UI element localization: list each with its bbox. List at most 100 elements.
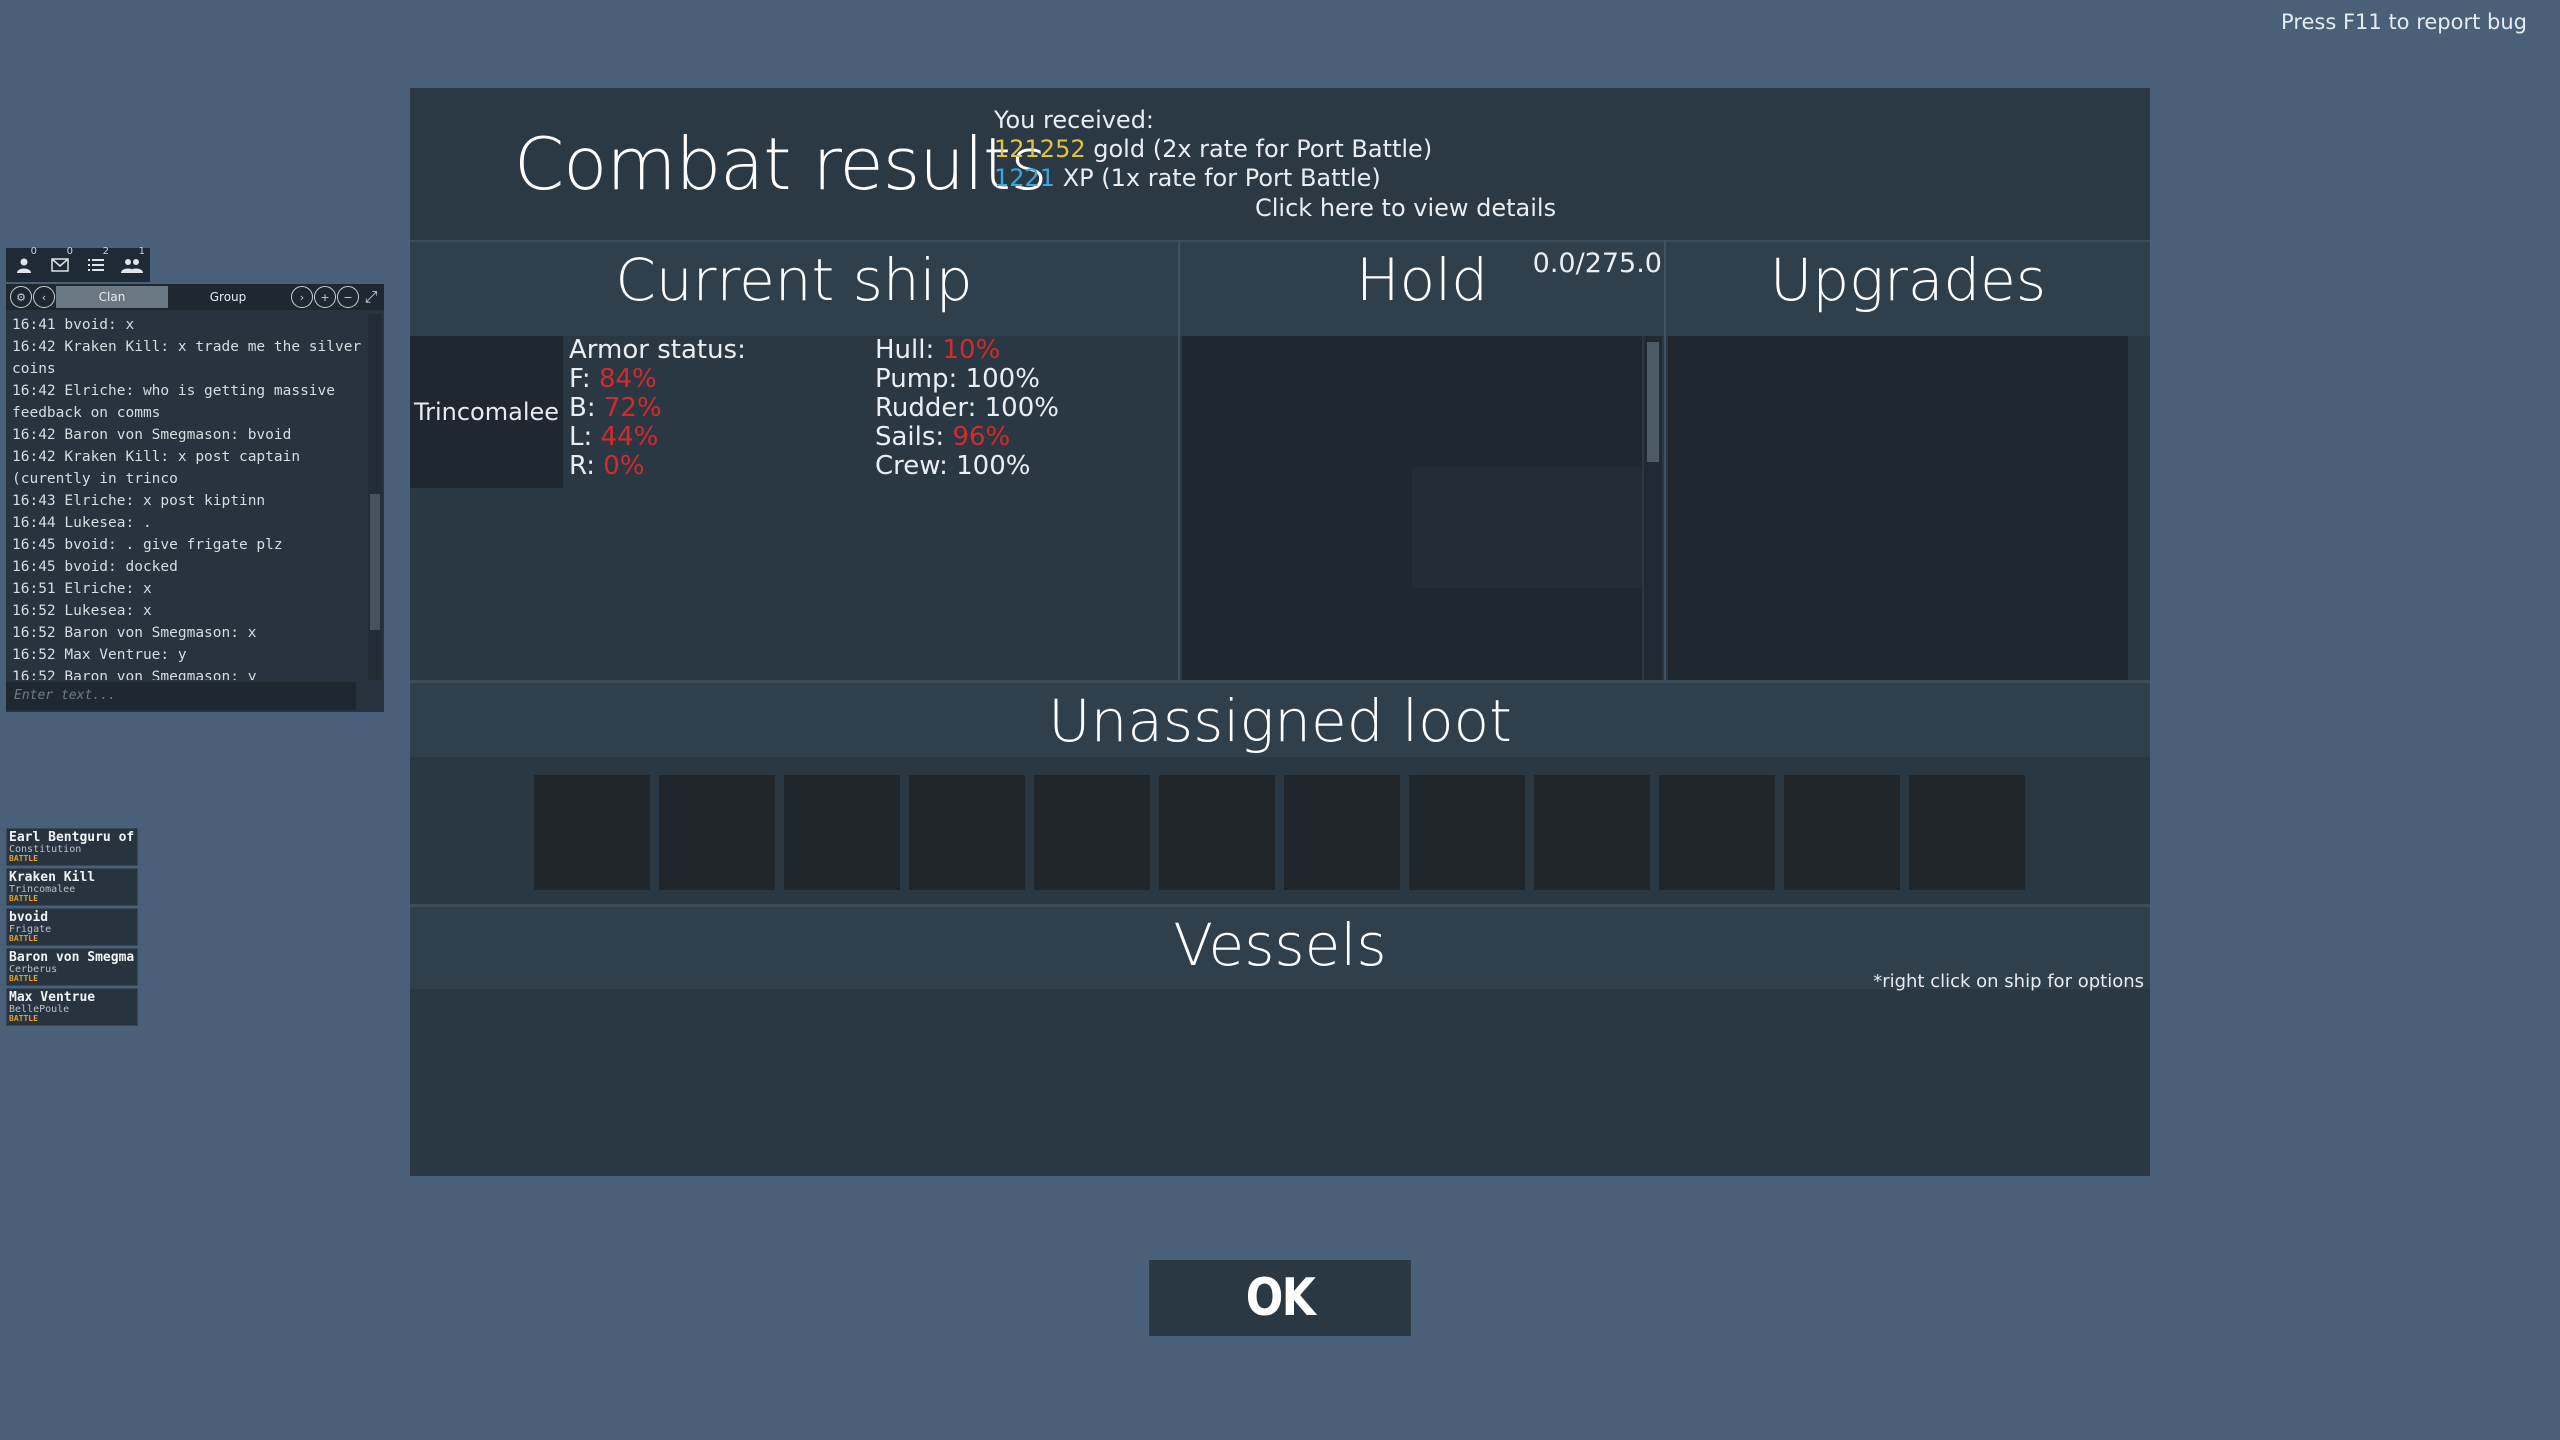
gold-reward: 121252 gold (2x rate for Port Battle) [994,135,1432,164]
xp-text: XP (1x rate for Port Battle) [1062,164,1381,192]
chat-message: 16:51 Elriche: x [12,581,152,597]
chat-message: 16:41 bvoid: x [12,317,135,333]
party-member[interactable]: Baron von Smegma Cerberus BATTLE [6,948,138,986]
armor-left: L: 44% [569,422,659,452]
hold-weight: 0.0/275.0 [1532,248,1662,279]
ship-card[interactable]: Trincomalee [410,336,563,488]
chat-message: 16:45 bvoid: docked [12,559,178,575]
chat-message: 16:52 Max Ventrue: y [12,647,187,663]
combat-results-panel: Combat results You received: 121252 gold… [410,88,2150,1176]
received-label: You received: [994,106,1155,134]
group-icon[interactable]: 1 [114,246,150,282]
vessels-section: Vessels *right click on ship for options [410,904,2150,1176]
stat-sails: Sails: 96% [875,422,1011,452]
loot-slot[interactable] [1534,775,1650,890]
chat-scrollbar-thumb[interactable] [370,494,380,630]
chat-next-icon[interactable]: › [291,286,313,308]
current-ship-header: Current ship [410,242,1178,336]
chat-message: 16:42 Elriche: who is getting massive fe… [12,383,336,421]
armor-right: R: 0% [569,451,645,481]
party-member-status: BATTLE [9,934,38,943]
report-bug-hint: Press F11 to report bug [2281,10,2527,34]
stat-crew: Crew: 100% [875,451,1031,481]
xp-value: 1221 [994,164,1056,192]
chat-message: 16:42 Baron von Smegmason: bvoid [12,427,292,443]
current-ship-section: Current ship Trincomalee Armor status: F… [410,240,1178,680]
loot-title: Unassigned loot [1048,687,1512,755]
chat-window: ⚙ ‹ Clan Group › + − ⤢ 16:41 bvoid: x 16… [6,284,384,712]
chat-message: 16:52 Lukesea: x [12,603,152,619]
loot-slot[interactable] [1659,775,1775,890]
stat-hull: Hull: 10% [875,335,1001,365]
upgrades-title: Upgrades [1769,246,2047,314]
mail-icon[interactable]: 0 [42,246,78,282]
chat-log: 16:41 bvoid: x 16:42 Kraken Kill: x trad… [12,314,368,680]
vessels-hint: *right click on ship for options [1873,971,2144,992]
chat-message: 16:45 bvoid: . give frigate plz [12,537,283,553]
player-icon[interactable]: 0 [6,246,42,282]
party-member-name: Max Ventrue [9,990,96,1004]
chat-maximize-icon[interactable]: ⤢ [360,286,382,308]
loot-header: Unassigned loot [410,683,2150,757]
loot-slot[interactable] [1909,775,2025,890]
ship-name: Trincomalee [413,398,560,426]
gold-text: gold (2x rate for Port Battle) [1093,135,1433,163]
upgrades-header: Upgrades [1666,242,2150,336]
armor-back: B: 72% [569,393,662,423]
chat-settings-icon[interactable]: ⚙ [10,286,32,308]
upgrades-area[interactable] [1668,336,2128,682]
chat-add-icon[interactable]: + [314,286,336,308]
chat-message: 16:42 Kraken Kill: x post captain (curen… [12,449,301,487]
ok-button[interactable]: OK [1149,1260,1411,1336]
party-member-status: BATTLE [9,894,38,903]
gold-value: 121252 [994,135,1086,163]
current-ship-title: Current ship [615,246,973,314]
chat-prev-icon[interactable]: ‹ [33,286,55,308]
party-member-status: BATTLE [9,1014,38,1023]
loot-slot[interactable] [534,775,650,890]
unassigned-loot-section: Unassigned loot [410,680,2150,904]
loot-slot[interactable] [1784,775,1900,890]
armor-status: Armor status: F: 84% B: 72% L: 44% R: 0% [569,336,746,481]
loot-slot[interactable] [1409,775,1525,890]
armor-label: Armor status: [569,335,746,365]
armor-front: F: 84% [569,364,657,394]
chat-message: 16:43 Elriche: x post kiptinn [12,493,266,509]
loot-slot[interactable] [1034,775,1150,890]
tab-clan[interactable]: Clan [56,286,168,308]
stat-pump: Pump: 100% [875,364,1040,394]
party-member[interactable]: Max Ventrue BellePoule BATTLE [6,988,138,1026]
party-member-name: Kraken Kill [9,870,96,884]
list-icon[interactable]: 2 [78,246,114,282]
tab-group[interactable]: Group [172,286,284,308]
chat-tab-bar: ⚙ ‹ Clan Group › + − ⤢ [6,284,384,310]
hold-scrollbar-thumb[interactable] [1647,342,1659,462]
party-member[interactable]: bvoid Frigate BATTLE [6,908,138,946]
view-details-link[interactable]: Click here to view details [1255,194,1556,222]
chat-toolbar: 0 0 2 1 [6,246,150,282]
party-member[interactable]: Earl Bentguru of Constitution BATTLE [6,828,138,866]
loot-slot[interactable] [1159,775,1275,890]
party-member-name: Earl Bentguru of [9,830,135,844]
rewards-summary: You received: 121252 gold (2x rate for P… [994,106,1432,193]
loot-slot[interactable] [659,775,775,890]
party-member-status: BATTLE [9,974,38,983]
hold-section: Hold 0.0/275.0 [1180,240,1664,682]
page-title: Combat results [514,122,1048,206]
chat-input[interactable]: Enter text... [6,682,356,710]
chat-message: 16:52 Baron von Smegmason: x [12,625,257,641]
chat-minimize-icon[interactable]: − [337,286,359,308]
loot-slot[interactable] [909,775,1025,890]
hold-items-panel [1412,467,1642,588]
upgrades-section: Upgrades [1666,240,2150,682]
party-member-name: Baron von Smegma [9,950,135,964]
ship-stats: Hull: 10% Pump: 100% Rudder: 100% Sails:… [875,336,1059,481]
party-member-status: BATTLE [9,854,38,863]
party-member[interactable]: Kraken Kill Trincomalee BATTLE [6,868,138,906]
loot-slot[interactable] [784,775,900,890]
chat-message: 16:44 Lukesea: . [12,515,152,531]
loot-slots [534,775,2025,890]
results-header: Combat results You received: 121252 gold… [410,88,2150,240]
loot-slot[interactable] [1284,775,1400,890]
chat-message: 16:42 Kraken Kill: x trade me the silver… [12,339,362,377]
